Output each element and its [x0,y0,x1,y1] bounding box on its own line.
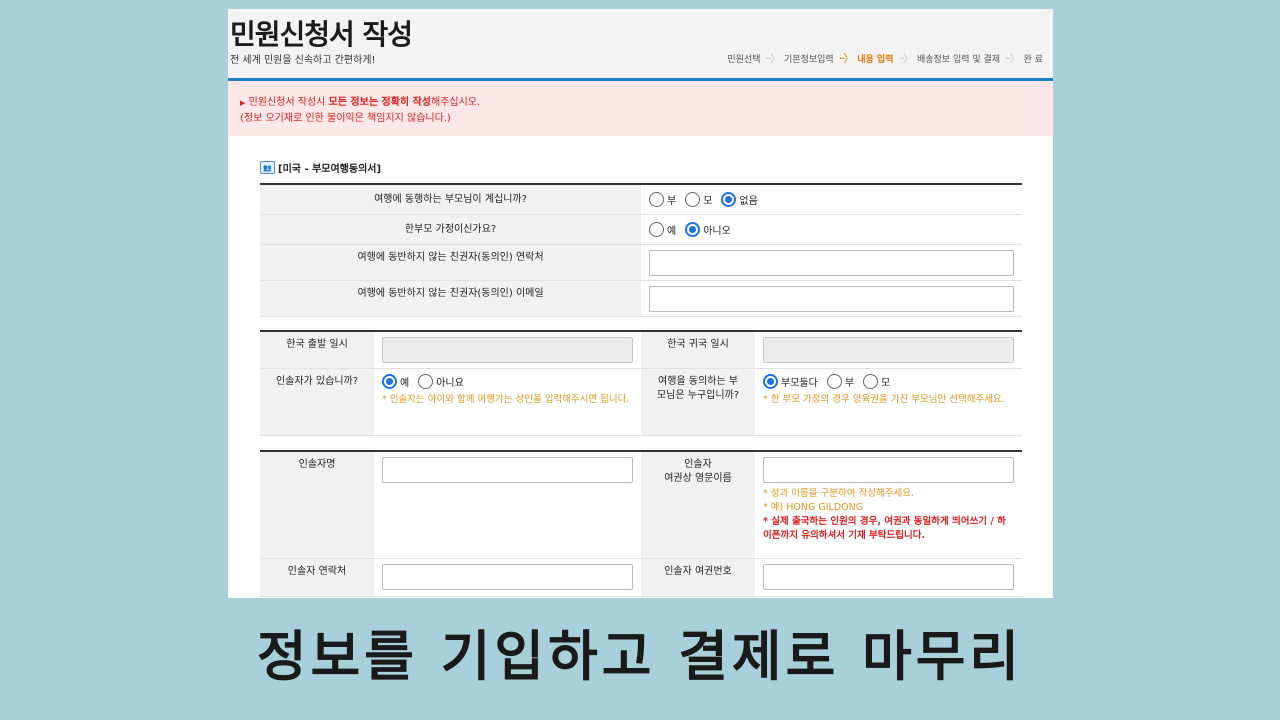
label-accompanying-parent: 여행에 동행하는 부모님이 계십니까? [260,185,641,214]
escort-eng-name-field: * 성과 이름을 구분하여 작성해주세요. * 예) HONG GILDONG … [755,452,1022,558]
people-icon: 👥 [260,161,275,174]
radio-circle-selected[interactable] [382,374,397,389]
radio-circle[interactable] [649,192,664,207]
accompanying-parent-radios: 부 모 없음 [649,192,767,207]
escort-phone-field [374,559,641,596]
escort-note: * 인솔자는 아이와 함께 여행가는 성인을 입력해주시면 됩니다. [382,394,630,405]
radio-consent-father[interactable]: 부 [826,374,854,389]
radio-no[interactable]: 아니오 [685,222,731,237]
notice-line-1: ▶ 민원신청서 작성시 모든 정보는 정확히 작성해주십시오. [240,95,1053,111]
guardian-phone-field [641,245,1022,280]
step-arrow-icon: ···〉 [838,52,854,65]
step-content-input: 내용 입력 [857,54,894,65]
step-indicator: 민원선택 ···〉 기본정보입력 ···〉 내용 입력 ···〉 배송정보 입력… [727,50,1043,66]
radio-circle-selected[interactable] [763,374,778,389]
label-return-date: 한국 귀국 일시 [641,332,755,368]
escort-phone-input[interactable] [382,564,633,590]
row-escort-contact: 인솔자 연락처 인솔자 여권번호 [260,559,1022,597]
notice-emphasis: 모든 정보는 정확히 작성 [328,97,431,108]
guardian-phone-input[interactable] [649,250,1014,276]
screenshot-frame: 민원신청서 작성 전 세계 민원을 신속하고 간편하게! 민원선택 ···〉 기… [228,9,1053,598]
row-accompanying-parent: 여행에 동행하는 부모님이 계십니까? 부 모 없음 [260,185,1022,215]
row-guardian-consent: 인솔자가 있습니까? 예 아니요 * 인솔자는 아이와 함께 여행가는 성인을 … [260,369,1022,436]
step-shipping-payment: 배송정보 입력 및 결제 [916,54,1001,65]
row-single-parent: 한부모 가정이신가요? 예 아니오 [260,215,1022,245]
triangle-bullet-icon: ▶ [240,99,246,107]
travel-info-table: 한국 출발 일시 한국 귀국 일시 인솔자가 있습니까? 예 아니요 * 인솔자… [260,330,1022,436]
consenting-parent-radios: 부모둘다 부 모 [763,374,1014,389]
radio-escort-yes[interactable]: 예 [382,374,409,389]
guardian-email-input[interactable] [649,286,1014,312]
accompanying-parent-field: 부 모 없음 [641,185,1022,214]
caption-text: 정보를 기입하고 결제로 마무리 [256,625,1024,688]
label-consenting-parent: 여행을 동의하는 부모님은 누구입니까? [641,369,755,435]
consent-note: * 한 부모 가정의 경우 양육권을 가진 부모님만 선택해주세요. [763,394,1005,405]
label-escort-phone: 인솔자 연락처 [260,559,374,596]
eng-name-note-1: * 성과 이름을 구분하여 작성해주세요. [763,488,914,499]
has-escort-radios: 예 아니요 [382,374,633,389]
label-single-parent: 한부모 가정이신가요? [260,215,641,244]
step-complete: 완 료 [1023,54,1043,65]
row-guardian-email: 여행에 동반하지 않는 친권자(동의인) 이메일 [260,281,1022,317]
notice-box: ▶ 민원신청서 작성시 모든 정보는 정확히 작성해주십시오. (정보 오기재로… [228,81,1053,136]
label-depart-date: 한국 출발 일시 [260,332,374,368]
eng-name-note-3: * 실제 출국하는 인원의 경우, 여권과 동일하게 띄어쓰기 / 하이픈까지 … [763,516,1006,541]
step-arrow-icon: ···〉 [1005,52,1020,65]
radio-both-parents[interactable]: 부모둘다 [763,374,818,389]
return-date-input[interactable] [763,337,1014,363]
row-escort-name: 인솔자명 인솔자 여권상 영문이름 * 성과 이름을 구분하여 작성해주세요. *… [260,452,1022,559]
radio-escort-no[interactable]: 아니요 [418,374,464,389]
escort-info-table: 인솔자명 인솔자 여권상 영문이름 * 성과 이름을 구분하여 작성해주세요. *… [260,450,1022,597]
escort-name-input[interactable] [382,457,633,483]
radio-none[interactable]: 없음 [721,192,758,207]
step-arrow-icon: ···〉 [765,52,781,65]
escort-passport-input[interactable] [763,564,1014,590]
label-guardian-phone: 여행에 동반하지 않는 친권자(동의인) 연락처 [260,245,641,280]
step-basic-info: 기본정보입력 [784,54,834,65]
radio-yes[interactable]: 예 [649,222,676,237]
radio-father[interactable]: 부 [649,192,676,207]
radio-consent-mother[interactable]: 모 [863,374,890,389]
row-travel-dates: 한국 출발 일시 한국 귀국 일시 [260,332,1022,369]
single-parent-field: 예 아니오 [641,215,1022,244]
guardian-email-field [641,281,1022,316]
page-title: 민원신청서 작성 [230,18,413,51]
depart-date-field [374,332,641,368]
escort-passport-field [755,559,1022,596]
radio-circle[interactable] [863,374,879,389]
step-arrow-icon: ···〉 [898,52,913,65]
eng-name-note-2: * 예) HONG GILDONG [763,502,864,513]
label-escort-passport: 인솔자 여권번호 [641,559,755,596]
radio-circle-selected[interactable] [685,222,701,237]
page-subtitle: 전 세계 민원을 신속하고 간편하게! [230,55,376,66]
has-escort-field: 예 아니요 * 인솔자는 아이와 함께 여행가는 성인을 입력해주시면 됩니다. [374,369,641,435]
section-title-text: [미국 - 부모여행동의서] [278,164,382,175]
radio-mother[interactable]: 모 [685,192,712,207]
step-select-service: 민원선택 [727,54,761,65]
depart-date-input[interactable] [382,337,633,363]
parent-consent-table: 여행에 동행하는 부모님이 계십니까? 부 모 없음 한부모 가정이신가요? 예… [260,183,1022,317]
radio-circle[interactable] [418,374,434,389]
escort-eng-name-input[interactable] [763,457,1014,483]
escort-name-field [374,452,641,558]
radio-circle-selected[interactable] [721,192,737,207]
radio-circle[interactable] [826,374,842,389]
page-header: 민원신청서 작성 전 세계 민원을 신속하고 간편하게! 민원선택 ···〉 기… [228,9,1053,79]
notice-line-2: (정보 오기재로 인한 불이익은 책임지지 않습니다.) [240,113,451,124]
radio-circle[interactable] [685,192,701,207]
single-parent-radios: 예 아니오 [649,222,740,237]
consenting-parent-field: 부모둘다 부 모 * 한 부모 가정의 경우 양육권을 가진 부모님만 선택해주… [755,369,1022,435]
notice-text: 민원신청서 작성시 [248,97,329,108]
label-escort-eng-name: 인솔자 여권상 영문이름 [641,452,755,558]
row-guardian-phone: 여행에 동반하지 않는 친권자(동의인) 연락처 [260,245,1022,281]
radio-circle[interactable] [649,222,664,237]
label-escort-name: 인솔자명 [260,452,374,558]
notice-text: 해주십시오. [431,97,481,108]
label-has-escort: 인솔자가 있습니까? [260,369,374,435]
section-title: 👥 [미국 - 부모여행동의서] [260,160,381,175]
label-guardian-email: 여행에 동반하지 않는 친권자(동의인) 이메일 [260,281,641,316]
return-date-field [755,332,1022,368]
